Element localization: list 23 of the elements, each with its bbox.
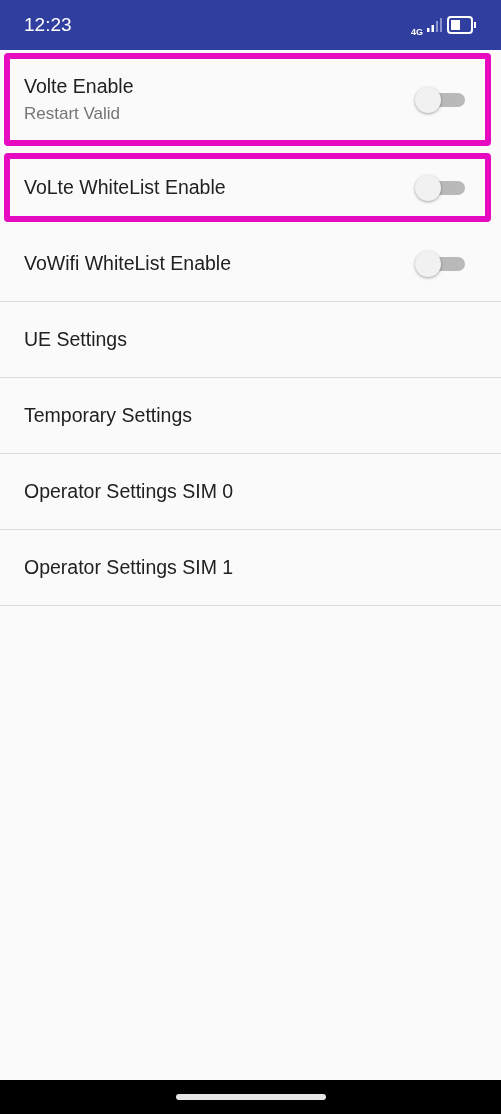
settings-item[interactable]: Temporary Settings [0, 378, 501, 454]
setting-title: UE Settings [24, 328, 128, 351]
settings-item[interactable]: UE Settings [0, 302, 501, 378]
setting-title: VoWifi WhiteList Enable [24, 252, 232, 275]
setting-title: Operator Settings SIM 1 [24, 556, 235, 579]
settings-item[interactable]: Operator Settings SIM 0 [0, 454, 501, 530]
settings-item[interactable]: VoWifi WhiteList Enable [0, 226, 501, 302]
toggle-switch[interactable] [415, 249, 465, 278]
toggle-switch[interactable] [415, 85, 465, 114]
setting-title: Temporary Settings [24, 404, 193, 427]
settings-item[interactable]: VoLte WhiteList Enable [0, 150, 501, 226]
settings-item[interactable]: Volte Enable Restart Valid [0, 50, 501, 150]
setting-title: Volte Enable [24, 75, 135, 98]
settings-item[interactable]: Operator Settings SIM 1 [0, 530, 501, 606]
setting-title: Operator Settings SIM 0 [24, 480, 235, 503]
battery-icon [447, 16, 477, 34]
setting-summary: Restart Valid [24, 104, 122, 124]
toggle-switch[interactable] [415, 173, 465, 202]
setting-title: VoLte WhiteList Enable [24, 176, 227, 199]
home-handle[interactable] [175, 1094, 326, 1100]
status-time: 12:23 [24, 14, 72, 36]
network-label: 4G [411, 27, 423, 37]
signal-icon [426, 17, 444, 33]
